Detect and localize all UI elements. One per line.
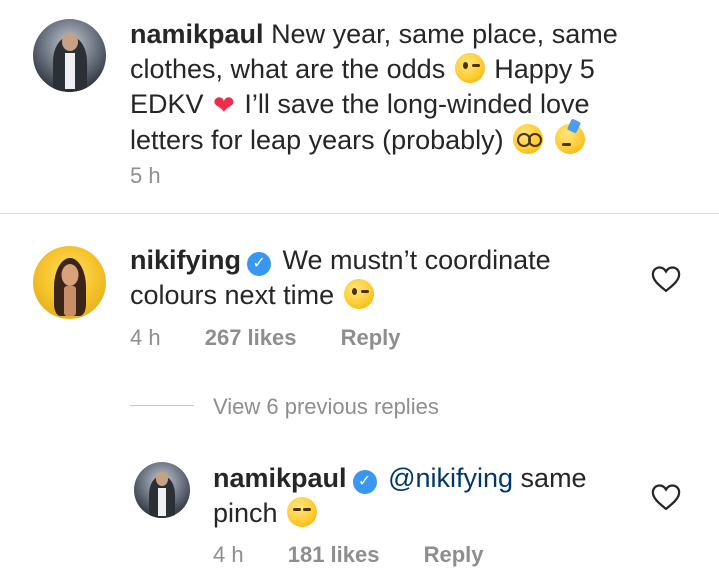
red-heart-icon: ❤ — [213, 90, 235, 120]
avatar-face — [61, 264, 78, 286]
nerd-face-icon — [513, 124, 544, 154]
timestamp[interactable]: 5 h — [130, 163, 161, 188]
comment-meta: 4 h 181 likes Reply — [213, 542, 522, 568]
username[interactable]: namikpaul — [130, 19, 264, 49]
username[interactable]: nikifying — [130, 245, 241, 275]
view-previous-replies-button[interactable]: View 6 previous replies — [213, 394, 439, 420]
avatar-face — [61, 33, 78, 51]
zany-face-icon — [454, 53, 485, 83]
verified-badge-icon: ✓ — [247, 252, 272, 276]
comment-meta: 4 h 267 likes Reply — [130, 325, 439, 351]
avatar-shirt — [64, 53, 75, 89]
username[interactable]: namikpaul — [213, 463, 347, 493]
like-heart-icon[interactable] — [651, 265, 681, 293]
avatar-face — [156, 472, 168, 486]
caption-comment: namikpaul New year, same place, same clo… — [130, 17, 660, 158]
partying-face-icon — [554, 124, 585, 154]
avatar-shirt — [158, 488, 166, 516]
comment: nikifying ✓ We mustn’t coordinate colours… — [130, 243, 610, 313]
likes-count[interactable]: 267 likes — [205, 325, 297, 350]
relieved-face-icon — [287, 497, 318, 527]
comment-meta: 5 h — [130, 163, 199, 189]
comment-text: same — [520, 463, 587, 493]
reply-button[interactable]: Reply — [424, 542, 484, 567]
avatar-neck — [63, 286, 76, 316]
likes-count[interactable]: 181 likes — [288, 542, 380, 567]
verified-badge-icon: ✓ — [352, 470, 377, 494]
reply-comment: namikpaul ✓ @nikifying same pinch — [213, 461, 623, 531]
reply-button[interactable]: Reply — [341, 325, 401, 350]
replies-line — [130, 405, 194, 406]
avatar[interactable] — [134, 462, 190, 518]
avatar[interactable] — [33, 246, 106, 319]
mention-link[interactable]: @nikifying — [388, 463, 513, 493]
timestamp[interactable]: 4 h — [213, 542, 244, 567]
timestamp[interactable]: 4 h — [130, 325, 161, 350]
like-heart-icon[interactable] — [651, 483, 681, 511]
divider — [0, 213, 719, 214]
comment-text: pinch — [213, 498, 278, 528]
zany-face-icon — [343, 279, 374, 309]
avatar[interactable] — [33, 19, 106, 92]
